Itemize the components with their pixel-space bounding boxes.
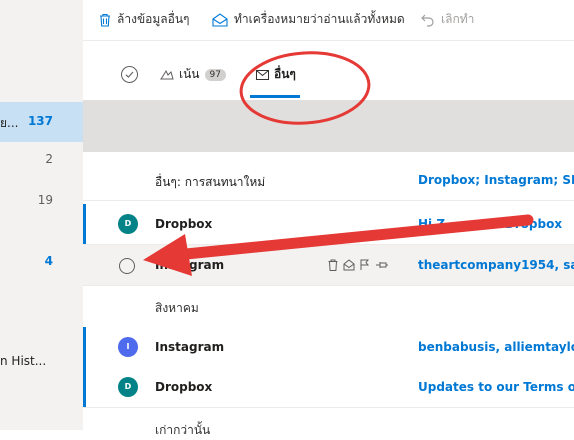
message-row-hovered[interactable]: Instagram theartcompany1954, sa xyxy=(83,245,574,286)
unread-indicator xyxy=(83,367,86,407)
folder-item[interactable] xyxy=(0,282,83,322)
focused-count-badge: 97 xyxy=(204,68,226,81)
group-header: เก่ากว่านั้น xyxy=(155,423,211,437)
avatar: D xyxy=(118,377,138,397)
message-row[interactable]: D Dropbox Hi Z your Dropbox xyxy=(83,204,574,245)
message-sender: Dropbox xyxy=(155,217,213,231)
undo-label: เลิกทำ xyxy=(441,12,475,26)
tab-focused-label: เน้น xyxy=(179,67,200,81)
mark-all-read-label: ทำเครื่องหมายว่าอ่านแล้วทั้งหมด xyxy=(234,12,405,26)
pin-icon[interactable] xyxy=(375,259,389,271)
folder-pane: ย... 137 2 19 4 n Hist... xyxy=(0,0,83,430)
message-row[interactable]: I Instagram benbabusis, alliemtaylo xyxy=(83,327,574,368)
message-subject: benbabusis, alliemtaylo xyxy=(418,340,574,354)
clear-other-button[interactable]: ล้างข้อมูลอื่นๆ xyxy=(99,10,189,29)
message-sender: Instagram xyxy=(155,340,225,354)
summary-senders: Dropbox; Instagram; SE xyxy=(418,173,574,187)
message-subject: Updates to our Terms o xyxy=(418,380,574,394)
message-row[interactable]: D Dropbox Updates to our Terms o xyxy=(83,367,574,408)
group-header: สิงหาคม xyxy=(155,301,199,315)
folder-count: 2 xyxy=(45,152,53,166)
folder-count: 137 xyxy=(27,114,53,128)
delete-icon[interactable] xyxy=(327,259,339,271)
envelope-open-icon xyxy=(212,12,228,27)
mark-read-icon[interactable] xyxy=(343,259,355,271)
clear-other-label: ล้างข้อมูลอื่นๆ xyxy=(117,12,190,26)
folder-label: ย... xyxy=(0,116,19,130)
summary-label: อื่นๆ: การสนทนาใหม่ xyxy=(155,175,266,189)
folder-count: 19 xyxy=(37,193,53,207)
folder-label: n Hist... xyxy=(0,354,47,368)
tab-focused[interactable]: เน้น 97 xyxy=(160,65,226,84)
row-quick-actions xyxy=(327,259,389,271)
message-subject: theartcompany1954, sa xyxy=(418,258,574,272)
folder-item-selected[interactable]: ย... 137 xyxy=(0,102,83,142)
check-icon xyxy=(125,71,134,78)
undo-icon xyxy=(421,14,434,27)
select-message-checkbox[interactable] xyxy=(119,258,135,274)
focused-inbox-icon xyxy=(160,69,174,79)
avatar: I xyxy=(118,337,138,357)
folder-item-history[interactable]: n Hist... xyxy=(0,342,83,382)
folder-count: 4 xyxy=(44,254,53,268)
tabs-bar: เน้น 97 อื่นๆ xyxy=(83,41,574,99)
message-sender: Dropbox xyxy=(155,380,213,394)
undo-button[interactable]: เลิกทำ xyxy=(421,10,474,29)
message-sender: Instagram xyxy=(155,258,225,272)
banner-area xyxy=(83,100,574,152)
unread-indicator xyxy=(83,327,86,367)
select-all-checkbox[interactable] xyxy=(121,66,138,83)
tab-other[interactable]: อื่นๆ xyxy=(256,65,296,84)
avatar: D xyxy=(118,214,138,234)
message-list-pane: ล้างข้อมูลอื่นๆ ทำเครื่องหมายว่าอ่านแล้ว… xyxy=(83,0,574,437)
folder-item[interactable]: 19 xyxy=(0,181,83,221)
trash-icon xyxy=(100,13,110,27)
folder-item[interactable]: 4 xyxy=(0,242,83,282)
message-subject: Hi Z your Dropbox xyxy=(418,217,563,231)
folder-item[interactable]: 2 xyxy=(0,140,83,180)
envelope-icon xyxy=(256,69,269,80)
mark-all-read-button[interactable]: ทำเครื่องหมายว่าอ่านแล้วทั้งหมด xyxy=(212,10,405,29)
unread-indicator xyxy=(83,204,86,244)
other-summary-row[interactable]: อื่นๆ: การสนทนาใหม่ Dropbox; Instagram; … xyxy=(83,160,574,201)
active-tab-indicator xyxy=(250,95,300,98)
tab-other-label: อื่นๆ xyxy=(274,67,296,81)
flag-icon[interactable] xyxy=(359,259,371,271)
command-bar: ล้างข้อมูลอื่นๆ ทำเครื่องหมายว่าอ่านแล้ว… xyxy=(83,0,574,41)
